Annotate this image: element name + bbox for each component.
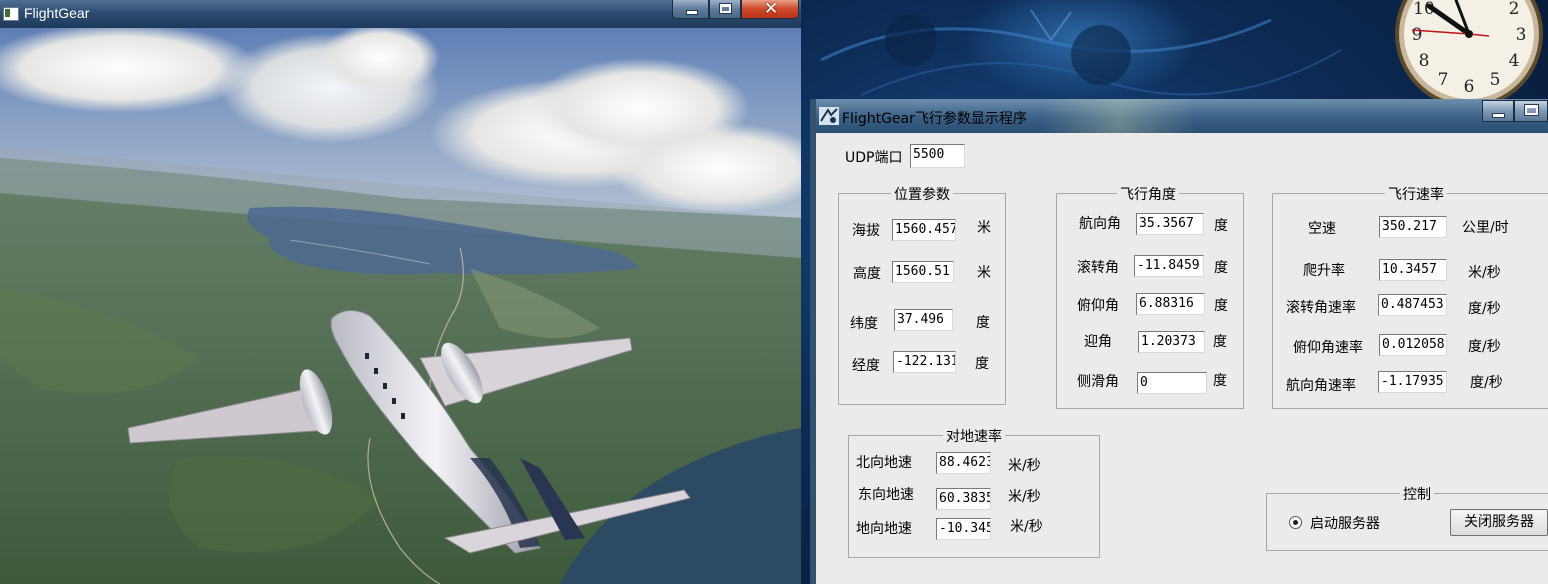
north-speed-field[interactable]: 88.4623 — [936, 452, 991, 474]
pitch-rate-label: 俯仰角速率 — [1293, 340, 1363, 356]
roll-field[interactable]: -11.8459 — [1134, 255, 1204, 277]
roll-rate-unit: 度/秒 — [1468, 301, 1501, 317]
sideslip-unit: 度 — [1213, 373, 1227, 389]
clock-numeral: 8 — [1419, 51, 1430, 71]
position-params-title: 位置参数 — [891, 184, 953, 204]
flight-simulator-viewport[interactable] — [0, 28, 801, 584]
height-unit: 米 — [977, 265, 991, 281]
altitude-label: 海拔 — [852, 223, 880, 239]
heading-field[interactable]: 35.3567 — [1136, 213, 1204, 235]
longitude-unit: 度 — [975, 356, 989, 372]
app-maximize-button[interactable] — [1514, 100, 1548, 122]
clock-numeral: 7 — [1438, 70, 1449, 90]
latitude-label: 纬度 — [850, 316, 878, 332]
climb-rate-unit: 米/秒 — [1468, 265, 1501, 281]
heading-unit: 度 — [1214, 218, 1228, 234]
roll-rate-label: 滚转角速率 — [1286, 300, 1356, 316]
param-app-title: FlightGear飞行参数显示程序 — [842, 111, 1027, 127]
east-speed-unit: 米/秒 — [1008, 489, 1041, 505]
flight-angles-title: 飞行角度 — [1117, 184, 1179, 204]
flightgear-window: FlightGear ✕ — [0, 0, 801, 584]
down-speed-unit: 米/秒 — [1010, 519, 1043, 535]
start-server-radio[interactable] — [1289, 516, 1302, 529]
app-minimize-button[interactable] — [1482, 100, 1514, 122]
sideslip-field[interactable]: 0 — [1137, 372, 1207, 394]
maximize-icon — [720, 4, 731, 13]
flightgear-titlebar[interactable]: FlightGear ✕ — [0, 0, 801, 28]
height-label: 高度 — [853, 266, 881, 282]
app-icon — [819, 107, 839, 125]
minimize-button[interactable] — [672, 0, 709, 19]
clock-numeral: 2 — [1509, 0, 1520, 19]
flightgear-window-title: FlightGear — [24, 5, 90, 21]
ground-speed-title: 对地速率 — [943, 426, 1005, 446]
clock-numeral: 3 — [1516, 25, 1527, 45]
param-app-titlebar[interactable]: FlightGear飞行参数显示程序 — [816, 99, 1548, 133]
roll-label: 滚转角 — [1077, 260, 1119, 276]
clock-gadget: 121234567891011 — [1393, 0, 1545, 105]
pitch-rate-field[interactable]: 0.012058 — [1379, 334, 1447, 356]
altitude-unit: 米 — [977, 220, 991, 236]
stop-server-button[interactable]: 关闭服务器 — [1450, 509, 1548, 536]
pitch-field[interactable]: 6.88316 — [1136, 293, 1205, 315]
close-button[interactable]: ✕ — [741, 0, 799, 19]
down-speed-label: 地向地速 — [856, 521, 912, 537]
heading-rate-field[interactable]: -1.17935 — [1378, 371, 1447, 393]
minimize-icon — [1493, 114, 1504, 117]
north-speed-unit: 米/秒 — [1008, 458, 1041, 474]
aoa-field[interactable]: 1.20373 — [1138, 331, 1205, 353]
airspeed-field[interactable]: 350.217 — [1379, 216, 1447, 238]
start-server-label[interactable]: 启动服务器 — [1310, 513, 1380, 533]
clock-numeral: 4 — [1509, 51, 1520, 71]
clock-numeral: 5 — [1490, 70, 1501, 90]
maximize-icon — [1525, 105, 1538, 115]
heading-rate-label: 航向角速率 — [1286, 378, 1356, 394]
udp-port-label: UDP端口 — [845, 150, 903, 166]
pitch-rate-unit: 度/秒 — [1468, 339, 1501, 355]
clock-numeral: 6 — [1464, 77, 1475, 97]
minimize-icon — [687, 11, 697, 14]
longitude-field[interactable]: -122.131 — [893, 351, 956, 373]
roll-unit: 度 — [1214, 260, 1228, 276]
pitch-unit: 度 — [1214, 298, 1228, 314]
sideslip-label: 侧滑角 — [1077, 374, 1119, 390]
flight-rates-title: 飞行速率 — [1385, 184, 1447, 204]
climb-rate-field[interactable]: 10.3457 — [1379, 259, 1447, 281]
pitch-label: 俯仰角 — [1077, 298, 1119, 314]
latitude-unit: 度 — [976, 315, 990, 331]
north-speed-label: 北向地速 — [856, 455, 912, 471]
udp-port-input[interactable]: 5500 — [910, 144, 965, 168]
control-title: 控制 — [1400, 484, 1434, 504]
airspeed-label: 空速 — [1308, 221, 1336, 237]
flightgear-window-icon — [3, 7, 19, 21]
heading-rate-unit: 度/秒 — [1470, 375, 1503, 391]
east-speed-field[interactable]: 60.3835 — [936, 488, 991, 510]
longitude-label: 经度 — [852, 358, 880, 374]
airspeed-unit: 公里/时 — [1462, 220, 1509, 236]
east-speed-label: 东向地速 — [858, 487, 914, 503]
down-speed-field[interactable]: -10.345 — [936, 518, 991, 540]
roll-rate-field[interactable]: 0.487453 — [1378, 294, 1447, 316]
latitude-field[interactable]: 37.496 — [894, 309, 953, 331]
maximize-button[interactable] — [709, 0, 741, 19]
clock-numeral: 9 — [1412, 25, 1423, 45]
aoa-unit: 度 — [1213, 334, 1227, 350]
climb-rate-label: 爬升率 — [1303, 263, 1345, 279]
close-icon: ✕ — [764, 0, 779, 19]
aoa-label: 迎角 — [1084, 334, 1112, 350]
clock-face: 121234567891011 — [1395, 0, 1543, 105]
heading-label: 航向角 — [1079, 216, 1121, 232]
altitude-field[interactable]: 1560.457 — [892, 219, 956, 241]
height-field[interactable]: 1560.51 — [892, 261, 954, 283]
